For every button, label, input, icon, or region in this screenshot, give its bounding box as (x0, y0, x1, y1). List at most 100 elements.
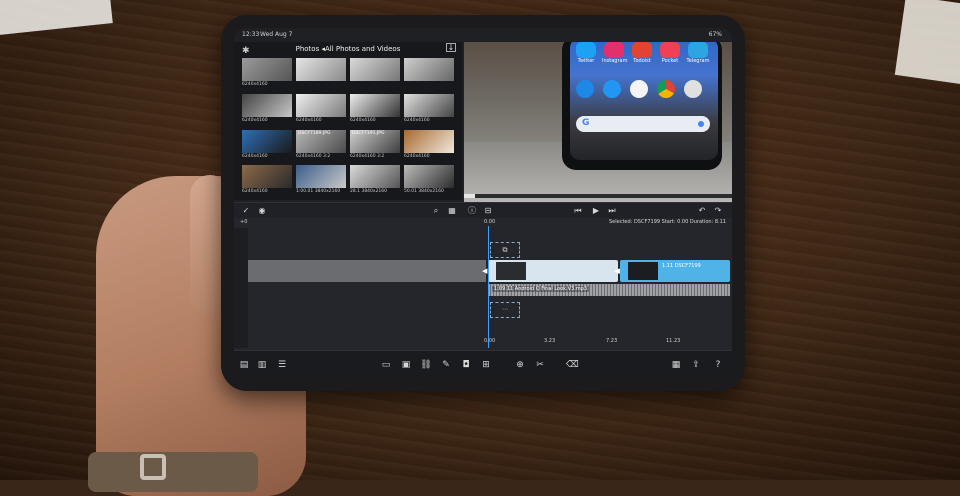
thumbnail[interactable]: 6240x4160 (350, 93, 400, 125)
bottom-toolbar: ▤ ▥ ☰ ▭ ▣ ⛓ ✎ ◘ ⊞ ⊕ ✂ ⌫ ▦ ⇪ ? (234, 350, 732, 378)
thumbnail[interactable]: 6240x4160 (242, 93, 292, 125)
thumbnail-dims: 6240x4160 3:2 (296, 153, 331, 159)
dock (576, 80, 716, 98)
timeline-ruler: +0 0.00 Selected: DSCF7199 Start: 0.00 D… (234, 218, 732, 228)
thumbnail-dims: 6240x4160 (242, 153, 268, 159)
thumbnail-dims: 6240x4160 (404, 117, 430, 123)
thumbnail[interactable]: 6240x4160 (404, 129, 454, 161)
search-icon[interactable]: ⌕ (430, 205, 442, 217)
status-battery: 67% (708, 31, 722, 38)
bookmark-icon[interactable]: ⊟ (482, 205, 494, 217)
app-label: Telegram (686, 58, 710, 64)
playhead[interactable] (488, 226, 489, 348)
share-icon[interactable]: ⇪ (690, 359, 702, 371)
undo-icon[interactable]: ↶ (696, 205, 708, 217)
paper-sheet (894, 0, 960, 85)
overlay-icon[interactable]: ▣ (400, 359, 412, 371)
audio-label: 1:09.11 Android Q Final Look.V3.mp3 (492, 286, 590, 292)
chrome-icon (657, 80, 675, 98)
info-icon[interactable]: ⓘ (466, 205, 478, 217)
app-label: Pocket (661, 58, 679, 64)
playback-controls: ✓ ◉ ⌕ ▦ ⓘ ⊟ ⏮ ▶ ⏭ ↶ ↷ (234, 202, 732, 218)
thumbnail[interactable]: 6240x4160 (404, 93, 454, 125)
watch-buckle (140, 454, 166, 480)
link-icon[interactable]: ⛓ (420, 359, 432, 371)
timeline[interactable]: +0 0.00 Selected: DSCF7199 Start: 0.00 D… (234, 218, 732, 350)
video-clip-selected[interactable]: 1.11 DSCF7199 (620, 260, 730, 282)
thumbnail[interactable] (404, 58, 454, 89)
thumbnail-dims: 6240x4160 (404, 153, 430, 159)
video-clip[interactable] (488, 260, 618, 282)
add-title-icon[interactable]: ▭ (380, 359, 392, 371)
thumbnail-dims: 6240x4160 (242, 189, 268, 195)
storyboard-icon[interactable]: ▥ (256, 359, 268, 371)
messages-icon (603, 80, 621, 98)
google-search-bar: G (576, 116, 710, 132)
thumbnail-name: DSCF7189.JPG (298, 130, 331, 136)
google-icon: G (582, 118, 590, 128)
thumbnail[interactable]: 6240x4160 (296, 93, 346, 125)
mic-icon (698, 121, 704, 127)
browser-title[interactable]: Photos ◂All Photos and Videos (296, 45, 401, 53)
scrubber-progress (464, 194, 475, 198)
thumbnail-dims: 6240x4160 (242, 117, 268, 123)
thumbnail[interactable]: 50.01 3840x2160 (404, 165, 454, 196)
add-icon[interactable]: ⊕ (514, 359, 526, 371)
record-icon[interactable]: ◉ (256, 205, 268, 217)
color-swatch-icon[interactable]: ▦ (446, 205, 458, 217)
app-label: Instagram (602, 58, 628, 64)
thumbnail[interactable]: 28.1 3840x2160 (350, 165, 400, 196)
media-browser: ✱ Photos ◂All Photos and Videos ↓ 6240x4… (234, 42, 462, 200)
phone-icon (576, 80, 594, 98)
export-frame-icon[interactable]: ▦ (670, 359, 682, 371)
thumbnail-dims: 28.1 3840x2160 (350, 189, 388, 195)
empty-track-region (248, 260, 486, 282)
preview-viewer[interactable]: Twitter Instagram Todoist Pocket Telegra… (464, 42, 732, 202)
redo-icon[interactable]: ↷ (712, 205, 724, 217)
camera-icon[interactable]: ◘ (460, 359, 472, 371)
thumbnail[interactable]: 6240x4160 (242, 165, 292, 196)
thumbnail[interactable]: 1:00.01 3840x2160 (296, 165, 346, 196)
thumbnail[interactable] (350, 58, 400, 89)
ruler-playhead-time: 0.00 (484, 219, 496, 225)
skip-forward-icon[interactable]: ⏭ (606, 205, 618, 217)
audio-track[interactable]: 1:09.11 Android Q Final Look.V3.mp3 (488, 284, 730, 296)
add-overlay-slot[interactable]: ⧉ (490, 242, 520, 258)
thumbnail-grid: 6240x4160 6240x4160 6240x4160 6240x4160 … (242, 58, 454, 198)
thumbnail-dims: 1:00.01 3840x2160 (296, 189, 341, 195)
thumbnail[interactable] (296, 58, 346, 89)
draw-icon[interactable]: ✎ (440, 359, 452, 371)
list-icon[interactable]: ☰ (276, 359, 288, 371)
timecode: 3.23 (544, 338, 556, 344)
thumbnail[interactable]: DSCF7191.JPG 6240x4160 3:2 (350, 129, 400, 161)
thumbnail-dims: 6240x4160 (350, 117, 376, 123)
app-labels: Twitter Instagram Todoist Pocket Telegra… (574, 58, 720, 64)
preview-scrubber[interactable] (464, 194, 732, 198)
app-label: Twitter (577, 58, 595, 64)
clip-thumbnail (496, 262, 526, 280)
ruler-start: +0 (240, 219, 248, 225)
help-icon[interactable]: ? (712, 359, 724, 371)
play-store-icon (630, 80, 648, 98)
import-icon[interactable]: ↓ (446, 43, 456, 52)
check-icon[interactable]: ✓ (240, 205, 252, 217)
play-icon[interactable]: ▶ (590, 205, 602, 217)
thumbnail-dims: 6240x4160 (296, 117, 322, 123)
delete-icon[interactable]: ⌫ (566, 359, 579, 371)
cut-icon[interactable]: ✂ (534, 359, 546, 371)
pocket-icon (660, 42, 680, 58)
status-date: Wed Aug 7 (260, 31, 293, 38)
app-label: Todoist (633, 58, 651, 64)
gear-icon[interactable]: ✱ (242, 44, 250, 58)
track-header-strip (234, 228, 248, 348)
add-audio-slot[interactable]: ⋯ (490, 302, 520, 318)
thumbnail[interactable]: DSCF7189.JPG 6240x4160 3:2 (296, 129, 346, 161)
thumbnail-dims: 6240x4160 (242, 82, 268, 87)
marker-icon[interactable]: ⊞ (480, 359, 492, 371)
projects-icon[interactable]: ▤ (238, 359, 250, 371)
skip-back-icon[interactable]: ⏮ (572, 205, 584, 217)
clip-thumbnail (628, 262, 658, 280)
thumbnail-name: DSCF7191.JPG (352, 130, 385, 136)
thumbnail[interactable]: 6240x4160 (242, 129, 292, 161)
thumbnail[interactable]: 6240x4160 (242, 58, 292, 89)
